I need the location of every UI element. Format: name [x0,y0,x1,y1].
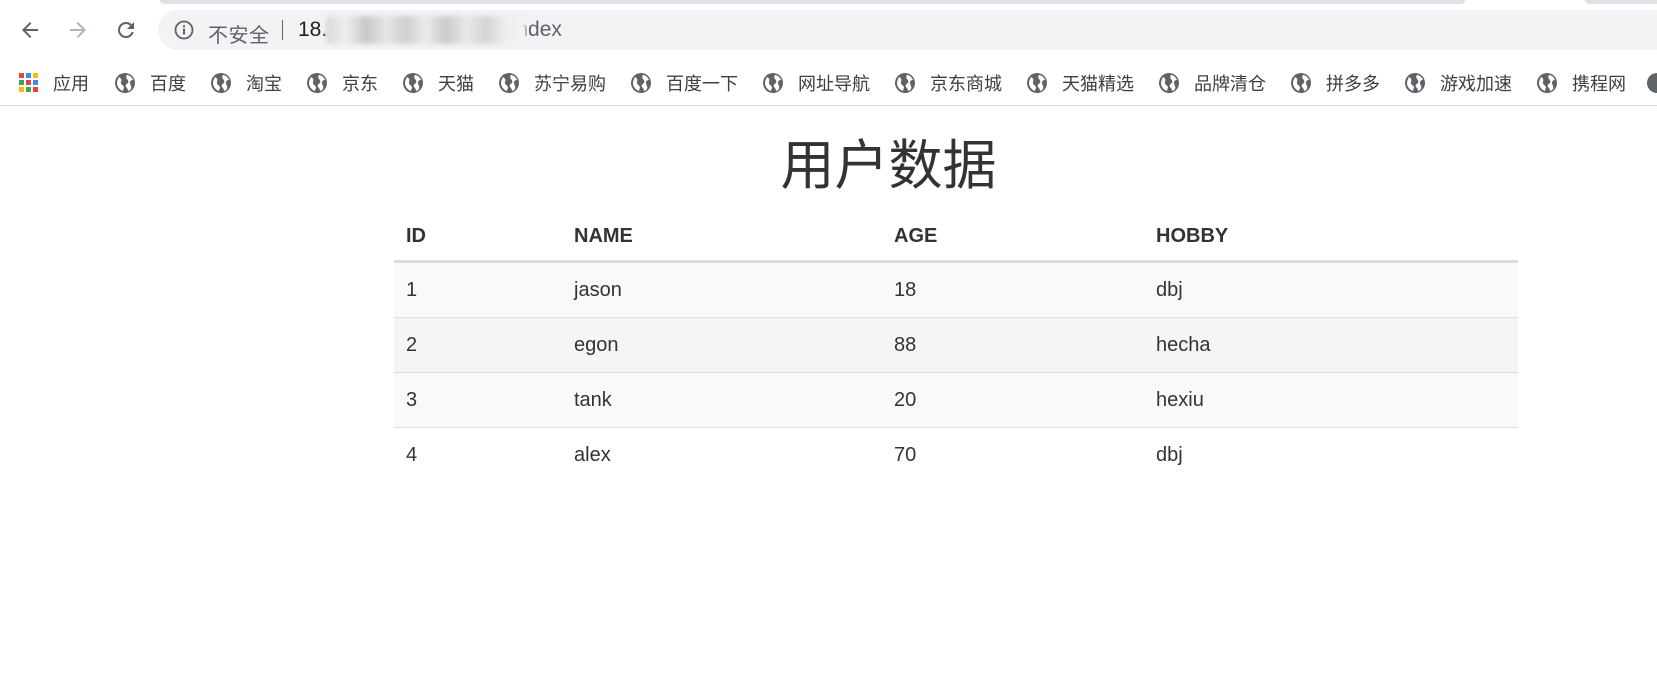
cell-name: egon [562,317,882,373]
bookmark-item[interactable]: 品牌清仓 [1158,60,1266,105]
bookmark-item[interactable]: 游戏加速 [1404,60,1512,105]
bookmark-label: 携程网 [1572,73,1626,95]
globe-icon [763,72,783,93]
column-header-hobby: HOBBY [1144,212,1518,263]
globe-icon [631,72,651,93]
page-title: 用户数据 [0,128,1657,204]
back-arrow-icon [22,22,38,38]
bookmark-item[interactable]: 淘宝 [210,60,282,105]
bookmark-label: 苏宁易购 [534,73,606,95]
bookmark-label: 网址导航 [798,73,870,95]
user-data-table: ID NAME AGE HOBBY 1 jason 18 dbj 2 egon … [394,212,1518,482]
forward-button[interactable] [62,14,94,46]
globe-icon [115,72,135,93]
security-label[interactable]: 不安全 [208,19,270,48]
cell-hobby: dbj [1144,261,1518,318]
table-row: 4 alex 70 dbj [394,427,1518,482]
reload-icon [118,22,134,38]
globe-icon [307,72,327,93]
bookmark-label: 天猫 [438,73,474,95]
bookmark-item[interactable]: 苏宁易购 [498,60,606,105]
cell-age: 88 [882,317,1144,373]
globe-icon [211,72,231,93]
browser-toolbar: 不安全 18. 0/index [0,0,1657,60]
bookmark-item[interactable]: 天猫 [402,60,474,105]
bookmark-item[interactable]: 京东商城 [894,60,1002,105]
tab-strip-edge [0,0,1657,5]
table-row: 3 tank 20 hexiu [394,372,1518,428]
globe-icon [1291,72,1311,93]
reload-button[interactable] [110,14,142,46]
globe-icon [499,72,519,93]
globe-icon [895,72,915,93]
bookmark-label: 应用 [53,73,89,95]
globe-icon [1405,72,1425,93]
bookmark-label: 百度一下 [666,73,738,95]
bookmark-item[interactable]: 京东 [306,60,378,105]
redaction-blur [326,16,526,44]
table-row: 2 egon 88 hecha [394,317,1518,373]
cell-name: alex [562,427,882,482]
info-icon[interactable] [174,20,194,40]
bookmark-label: 京东商城 [930,73,1002,95]
tab-edge [160,0,1465,4]
cell-id: 4 [394,427,562,482]
address-bar[interactable]: 不安全 18. 0/index [158,10,1657,50]
globe-icon [1647,72,1657,93]
bookmark-label: 游戏加速 [1440,73,1512,95]
cell-hobby: hexiu [1144,372,1518,428]
bookmarks-bar: 应用 百度 淘宝 京东 天猫 苏宁易购 百度一下 网址导航 京东商城 天猫精选 … [0,60,1657,106]
forward-arrow-icon [70,22,86,38]
bookmark-item[interactable]: 百度一下 [630,60,738,105]
bookmark-label: 京东 [342,73,378,95]
column-header-name: NAME [562,212,882,263]
cell-age: 20 [882,372,1144,428]
globe-icon [1159,72,1179,93]
globe-icon [1537,72,1557,93]
bookmark-item-overflow[interactable] [1646,60,1657,105]
column-header-id: ID [394,212,562,263]
bookmark-item[interactable]: 网址导航 [762,60,870,105]
table-row: 1 jason 18 dbj [394,261,1518,318]
back-button[interactable] [14,14,46,46]
apps-grid-icon [19,72,39,93]
cell-name: jason [562,261,882,318]
globe-icon [403,72,423,93]
bookmark-label: 品牌清仓 [1194,73,1266,95]
bookmark-label: 拼多多 [1326,73,1380,95]
cell-hobby: dbj [1144,427,1518,482]
bookmark-label: 百度 [150,73,186,95]
tab-edge [1585,0,1657,4]
cell-id: 2 [394,317,562,373]
divider [282,20,283,40]
globe-icon [1027,72,1047,93]
bookmark-label: 淘宝 [246,73,282,95]
bookmark-apps[interactable]: 应用 [19,60,89,105]
table-header-row: ID NAME AGE HOBBY [394,212,1518,263]
bookmark-item[interactable]: 天猫精选 [1026,60,1134,105]
cell-age: 70 [882,427,1144,482]
cell-id: 1 [394,261,562,318]
cell-name: tank [562,372,882,428]
url-host: 18. [298,18,328,41]
cell-age: 18 [882,261,1144,318]
bookmark-label: 天猫精选 [1062,73,1134,95]
page-title-text: 用户数据 [780,134,997,197]
bookmark-item[interactable]: 携程网 [1536,60,1626,105]
cell-hobby: hecha [1144,317,1518,373]
bookmark-item[interactable]: 百度 [114,60,186,105]
cell-id: 3 [394,372,562,428]
bookmark-item[interactable]: 拼多多 [1290,60,1380,105]
column-header-age: AGE [882,212,1144,263]
